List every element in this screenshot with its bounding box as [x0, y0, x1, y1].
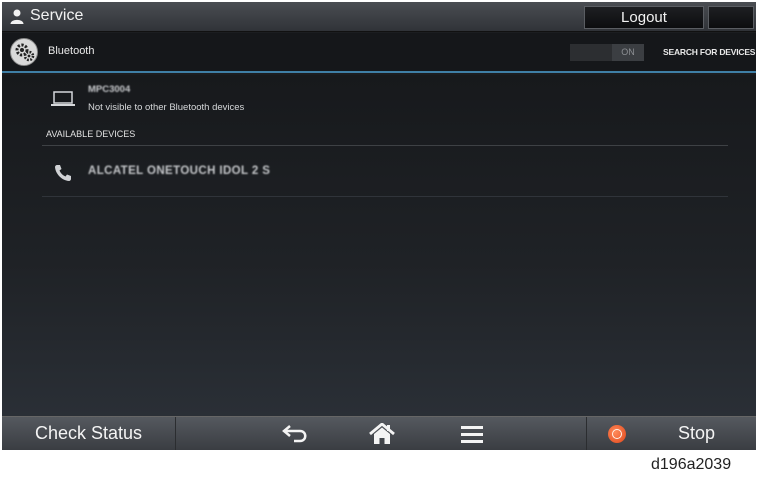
stop-button[interactable]: Stop [678, 417, 715, 450]
person-icon [10, 9, 24, 24]
laptop-icon [51, 91, 75, 112]
divider [586, 417, 587, 450]
bottom-bar: Check Status Stop [2, 416, 756, 450]
device-name: ALCATEL ONETOUCH IDOL 2 S [88, 165, 271, 177]
home-icon[interactable] [369, 422, 395, 450]
night-mode-button[interactable] [708, 6, 754, 29]
moon-icon [726, 10, 734, 26]
logout-button[interactable]: Logout [584, 6, 704, 29]
bluetooth-header: Bluetooth ON SEARCH FOR DEVICES [2, 33, 756, 73]
figure-caption: d196a2039 [651, 456, 732, 473]
phone-icon [54, 164, 72, 187]
top-bar: Service Logout [2, 2, 756, 32]
bluetooth-toggle[interactable]: ON [570, 44, 644, 61]
divider [42, 196, 728, 197]
this-device-name: MPC3004 [88, 84, 131, 95]
device-screen: Service Logout Bluetooth ON SEARCH FOR D… [2, 2, 756, 450]
user-label: Service [30, 7, 84, 24]
available-devices-heading: AVAILABLE DEVICES [46, 129, 136, 139]
gear-icon [15, 43, 35, 62]
page-title: Bluetooth [48, 45, 95, 57]
back-arrow-icon[interactable] [282, 424, 310, 449]
stop-icon[interactable] [608, 425, 626, 443]
device-list-panel: MPC3004 Not visible to other Bluetooth d… [2, 75, 756, 416]
settings-button[interactable] [10, 38, 38, 66]
divider [42, 145, 728, 146]
search-for-devices-button[interactable]: SEARCH FOR DEVICES [663, 47, 755, 57]
check-status-button[interactable]: Check Status [2, 417, 176, 450]
toggle-state-label: ON [612, 44, 644, 61]
visibility-status: Not visible to other Bluetooth devices [88, 102, 245, 113]
menu-icon[interactable] [461, 426, 483, 448]
